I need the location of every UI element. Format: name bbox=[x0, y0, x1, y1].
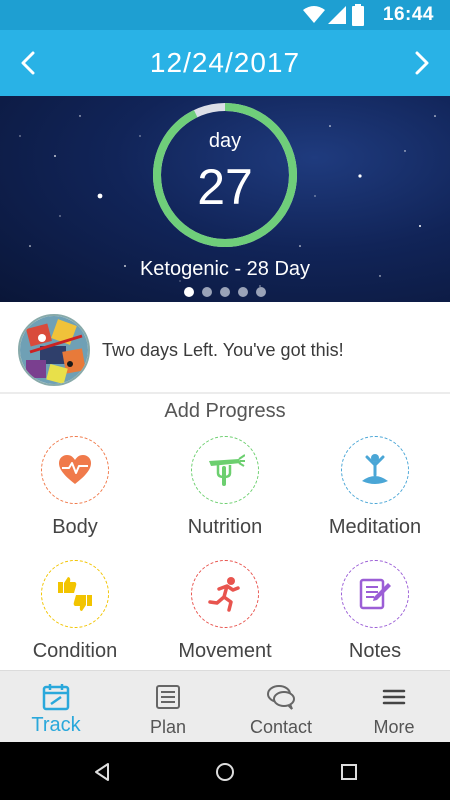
condition-icon-circle bbox=[41, 560, 109, 628]
tab-more-label: More bbox=[373, 717, 415, 737]
body-icon-circle bbox=[41, 436, 109, 504]
tab-track-label: Track bbox=[31, 714, 81, 736]
carousel-dot[interactable] bbox=[220, 287, 230, 297]
tab-plan-label: Plan bbox=[149, 717, 187, 737]
add-progress-title: Add Progress bbox=[164, 400, 286, 422]
heart-pulse-icon bbox=[59, 455, 91, 484]
status-time: 16:44 bbox=[382, 4, 434, 25]
bottom-tab-bar: Track Plan Contact More bbox=[0, 670, 450, 742]
condition-button[interactable]: Condition bbox=[0, 556, 150, 676]
carousel-dot[interactable] bbox=[202, 287, 212, 297]
condition-label: Condition bbox=[32, 640, 118, 662]
nutrition-icon-circle bbox=[191, 436, 259, 504]
meditation-icon-circle bbox=[341, 436, 409, 504]
meditation-label: Meditation bbox=[328, 516, 422, 538]
tab-track[interactable]: Track bbox=[0, 671, 112, 743]
nutrition-button[interactable]: Nutrition bbox=[150, 432, 300, 552]
day-label: day bbox=[208, 130, 242, 152]
battery-icon bbox=[352, 4, 364, 26]
list-icon bbox=[156, 685, 180, 709]
nutrition-label: Nutrition bbox=[187, 516, 263, 538]
wifi-icon bbox=[303, 6, 325, 23]
recents-icon[interactable] bbox=[337, 760, 361, 784]
signal-icon bbox=[328, 6, 346, 24]
avatar-art-image bbox=[20, 316, 88, 384]
program-hero[interactable]: day 27 Ketogenic - 28 Day bbox=[0, 96, 450, 302]
notes-icon-circle bbox=[341, 560, 409, 628]
tab-contact[interactable]: Contact bbox=[225, 671, 337, 743]
system-navigation-bar bbox=[0, 742, 450, 800]
running-person-icon bbox=[208, 577, 240, 612]
current-date[interactable]: 12/24/2017 bbox=[0, 47, 450, 79]
carousel-dot[interactable] bbox=[238, 287, 248, 297]
back-icon[interactable] bbox=[90, 760, 114, 784]
calendar-icon bbox=[42, 684, 70, 711]
date-header: 12/24/2017 bbox=[0, 30, 450, 96]
tab-contact-label: Contact bbox=[249, 717, 313, 737]
message-text: Two days Left. You've got this! bbox=[102, 340, 344, 360]
program-name: Ketogenic - 28 Day bbox=[139, 258, 311, 280]
status-bar: 16:44 bbox=[0, 0, 450, 30]
next-day-button[interactable] bbox=[402, 43, 442, 83]
notes-label: Notes bbox=[348, 640, 402, 662]
carrot-fork-icon bbox=[209, 454, 245, 486]
avatar[interactable] bbox=[18, 314, 90, 386]
day-number: 27 bbox=[197, 159, 253, 215]
carousel-indicator[interactable] bbox=[0, 287, 450, 297]
body-label: Body bbox=[52, 516, 98, 538]
menu-icon bbox=[382, 689, 406, 705]
meditation-pose-icon bbox=[362, 454, 388, 484]
carousel-dot[interactable] bbox=[256, 287, 266, 297]
tab-plan[interactable]: Plan bbox=[112, 671, 224, 743]
home-icon[interactable] bbox=[213, 760, 237, 784]
chevron-right-icon bbox=[415, 51, 429, 75]
notes-button[interactable]: Notes bbox=[300, 556, 450, 676]
chat-bubbles-icon bbox=[267, 685, 295, 710]
movement-label: Movement bbox=[178, 640, 272, 662]
tab-more[interactable]: More bbox=[338, 671, 450, 743]
body-button[interactable]: Body bbox=[0, 432, 150, 552]
thumbs-up-down-icon bbox=[58, 577, 92, 611]
carousel-dot[interactable] bbox=[184, 287, 194, 297]
movement-button[interactable]: Movement bbox=[150, 556, 300, 676]
movement-icon-circle bbox=[191, 560, 259, 628]
notepad-pencil-icon bbox=[359, 578, 391, 610]
coach-message: Two days Left. You've got this! bbox=[0, 302, 450, 394]
meditation-button[interactable]: Meditation bbox=[300, 432, 450, 552]
